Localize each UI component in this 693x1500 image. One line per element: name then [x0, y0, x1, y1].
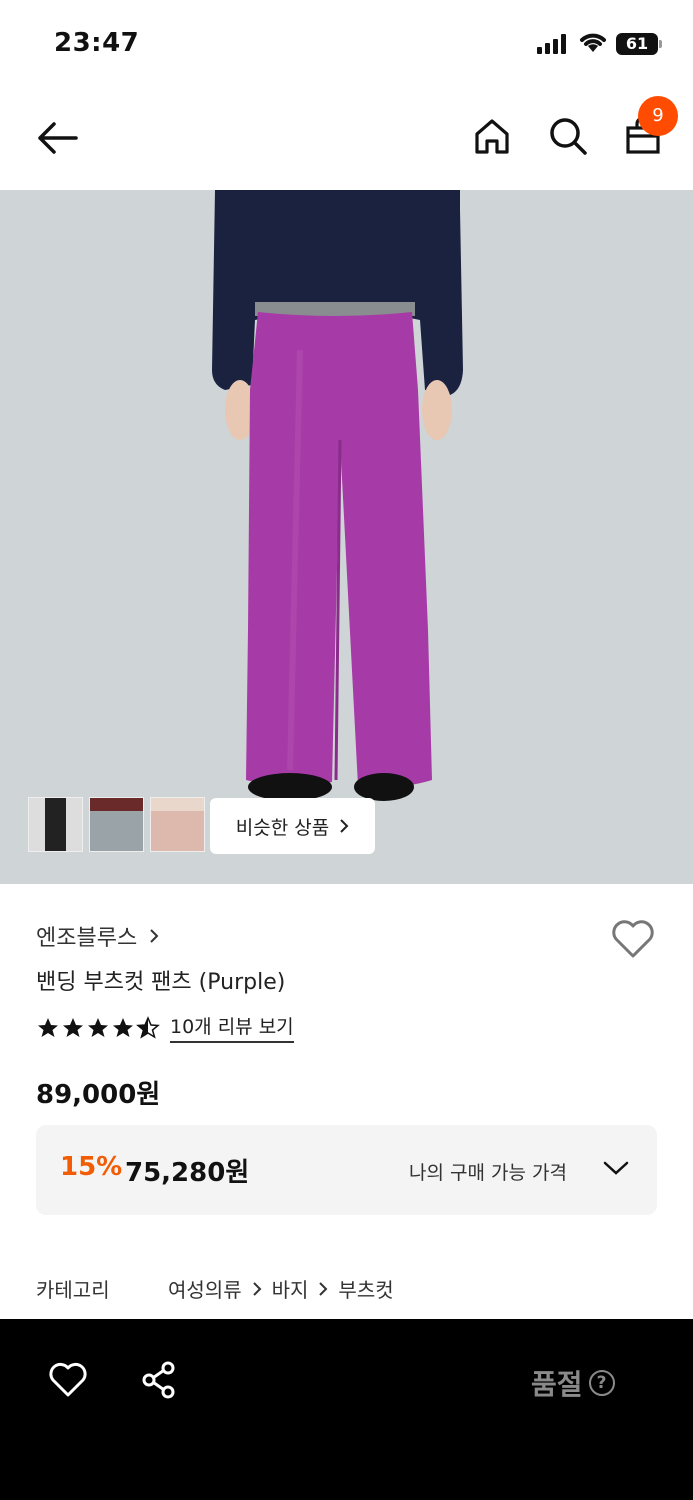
- help-icon[interactable]: ?: [588, 1370, 615, 1396]
- soldout-label: 품절: [531, 1368, 583, 1401]
- battery-icon: 61: [616, 33, 658, 55]
- wifi-icon: [580, 33, 606, 52]
- similar-products-label: 비슷한 상품: [235, 816, 330, 839]
- product-image[interactable]: [0, 190, 693, 884]
- star-icon: [88, 1017, 108, 1037]
- chevron-right-icon: [150, 929, 159, 943]
- heart-icon[interactable]: [48, 1361, 88, 1399]
- sale-price: 75,280원: [125, 1158, 250, 1188]
- similar-products-button[interactable]: 비슷한 상품: [210, 798, 375, 854]
- reviews-link[interactable]: 10개 리뷰 보기: [170, 1012, 294, 1043]
- star-icon: [38, 1017, 58, 1037]
- wishlist-heart-icon[interactable]: [610, 918, 656, 960]
- chevron-right-icon: [252, 1281, 262, 1296]
- category-label: 카테고리: [36, 1278, 110, 1302]
- breadcrumb-item[interactable]: 부츠컷: [338, 1274, 393, 1303]
- cart-count-badge: 9: [638, 96, 678, 136]
- bottom-action-bar: 품절 ?: [0, 1319, 693, 1500]
- chevron-right-icon: [340, 819, 349, 833]
- product-photo-illustration: [0, 190, 693, 884]
- original-price: 89,000원: [36, 1080, 161, 1110]
- thumbnail-beige-pants[interactable]: [150, 797, 205, 852]
- rating-stars: [36, 1015, 160, 1040]
- star-icon: [113, 1017, 133, 1037]
- cellular-signal-icon: [537, 34, 566, 54]
- top-nav: 9: [0, 88, 693, 190]
- soldout-status: 품절 ?: [531, 1363, 615, 1403]
- search-icon[interactable]: [548, 116, 588, 156]
- brand-name: 엔조블루스: [36, 926, 138, 951]
- battery-tip: [659, 40, 662, 48]
- category-breadcrumb: 여성의류 바지 부츠컷: [168, 1274, 394, 1303]
- half-star-icon: [136, 1015, 160, 1039]
- thumbnail-grey-jeans[interactable]: [89, 797, 144, 852]
- discount-rate: 15%: [60, 1152, 123, 1182]
- my-price-box[interactable]: 15% 75,280원 나의 구매 가능 가격: [36, 1125, 657, 1215]
- rating-row: 10개 리뷰 보기: [36, 1012, 294, 1043]
- chevron-down-icon: [603, 1161, 629, 1175]
- thumbnail-strip: [28, 797, 205, 852]
- chevron-right-icon: [319, 1281, 328, 1296]
- category-row: 카테고리 여성의류 바지 부츠컷: [36, 1274, 394, 1303]
- breadcrumb-item[interactable]: 바지: [272, 1274, 309, 1303]
- brand-link[interactable]: 엔조블루스: [36, 920, 159, 952]
- breadcrumb-item[interactable]: 여성의류: [168, 1274, 242, 1303]
- home-icon[interactable]: [472, 116, 512, 156]
- status-time: 23:47: [54, 28, 140, 58]
- back-arrow-icon[interactable]: [34, 118, 80, 158]
- star-icon: [63, 1017, 83, 1037]
- my-price-label: 나의 구매 가능 가격: [409, 1162, 567, 1184]
- share-icon[interactable]: [140, 1361, 178, 1399]
- status-bar: 23:47 61: [0, 0, 693, 88]
- product-name: 밴딩 부츠컷 팬츠 (Purple): [36, 970, 286, 995]
- thumbnail-black-pants[interactable]: [28, 797, 83, 852]
